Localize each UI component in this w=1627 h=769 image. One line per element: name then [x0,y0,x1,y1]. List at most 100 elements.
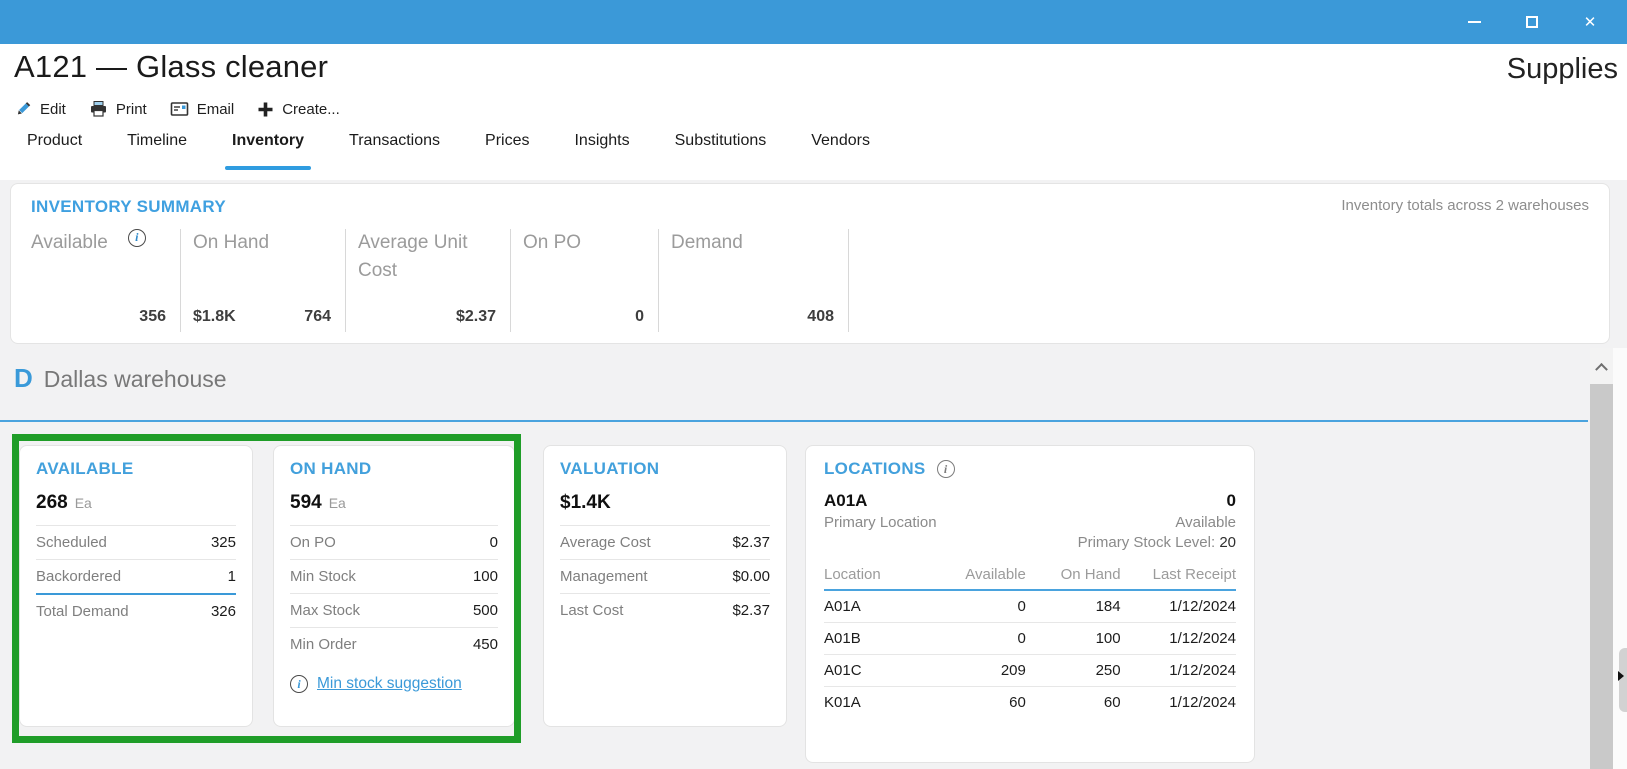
on-hand-unit: Ea [329,495,346,511]
scroll-up-button[interactable] [1590,348,1613,384]
printer-icon [89,100,108,118]
content-area: INVENTORY SUMMARY Inventory totals acros… [0,180,1627,769]
product-title: A121 — Glass cleaner [14,49,328,85]
tab-prices[interactable]: Prices [485,132,529,154]
locations-card: LOCATIONS i A01A 0 Primary Location Avai… [805,445,1255,763]
management-value: $0.00 [732,568,770,585]
scrollbar-thumb[interactable] [1590,384,1613,769]
email-button[interactable]: Email [170,101,235,118]
arrow-right-icon [1618,671,1624,681]
tab-substitutions[interactable]: Substitutions [675,132,767,154]
tab-insights[interactable]: Insights [574,132,629,154]
col-location: Location [824,566,935,590]
primary-available-label: Available [1175,514,1236,531]
cell-on-hand: 100 [1026,623,1121,655]
min-order-label: Min Order [290,636,357,653]
edit-label: Edit [40,101,66,118]
primary-location-code: A01A [824,491,867,511]
print-label: Print [116,101,147,118]
info-icon[interactable]: i [128,229,146,247]
tab-bar: Product Timeline Inventory Transactions … [27,132,1607,154]
primary-stock-level-label: Primary Stock Level: [1078,534,1216,551]
max-stock-row: Max Stock 500 [290,593,498,627]
backordered-label: Backordered [36,568,121,585]
metric-avg-cost-label: Average Unit Cost [358,229,496,284]
create-label: Create... [282,101,340,118]
inventory-summary-card: INVENTORY SUMMARY Inventory totals acros… [10,183,1610,344]
cell-location: K01A [824,687,935,719]
metric-on-hand-value: 764 [304,308,331,326]
plus-icon [257,101,274,118]
primary-location-label: Primary Location [824,514,937,531]
close-button[interactable]: ✕ [1561,0,1619,44]
col-available: Available [935,566,1026,590]
side-panel-handle[interactable] [1619,648,1627,712]
on-po-label: On PO [290,534,336,551]
total-demand-row: Total Demand 326 [36,593,236,628]
tab-vendors[interactable]: Vendors [811,132,870,154]
email-label: Email [197,101,235,118]
create-button[interactable]: Create... [257,101,340,118]
cell-last-receipt: 1/12/2024 [1121,687,1236,719]
minimize-button[interactable] [1445,0,1503,44]
scheduled-row: Scheduled 325 [36,525,236,559]
table-row[interactable]: A01B 0 100 1/12/2024 [824,623,1236,655]
info-icon[interactable]: i [937,460,955,478]
info-icon[interactable]: i [290,675,308,693]
metric-available-value: 356 [139,308,166,326]
cell-available: 209 [935,655,1026,687]
warehouse-name: Dallas warehouse [44,366,227,393]
edit-button[interactable]: Edit [14,100,66,118]
email-icon [170,101,189,117]
locations-card-title: LOCATIONS [824,459,926,479]
management-row: Management $0.00 [560,559,770,593]
pencil-icon [14,100,32,118]
backordered-value: 1 [228,568,236,585]
locations-table: Location Available On Hand Last Receipt … [824,566,1236,718]
primary-stock-level-value: 20 [1219,534,1236,551]
min-order-value: 450 [473,636,498,653]
table-row[interactable]: A01A 0 184 1/12/2024 [824,590,1236,623]
chevron-up-icon [1595,362,1608,375]
metric-on-hand-label: On Hand [193,229,269,257]
tab-inventory[interactable]: Inventory [232,132,304,154]
cell-last-receipt: 1/12/2024 [1121,590,1236,623]
product-category: Supplies [1507,53,1618,86]
table-row[interactable]: A01C 209 250 1/12/2024 [824,655,1236,687]
cell-on-hand: 60 [1026,687,1121,719]
tab-product[interactable]: Product [27,132,82,154]
max-stock-label: Max Stock [290,602,360,619]
scheduled-value: 325 [211,534,236,551]
metric-demand: Demand 408 [659,229,849,332]
min-stock-row: Min Stock 100 [290,559,498,593]
tab-timeline[interactable]: Timeline [127,132,187,154]
toolbar: Edit Print Email Create... [14,97,340,121]
page-header: A121 — Glass cleaner Supplies Edit Print… [0,44,1627,180]
valuation-card-title: VALUATION [560,459,770,479]
management-label: Management [560,568,648,585]
metric-on-po-value: 0 [635,308,644,326]
tab-transactions[interactable]: Transactions [349,132,440,154]
metric-demand-label: Demand [671,229,743,257]
backordered-row: Backordered 1 [36,559,236,593]
available-unit: Ea [75,495,92,511]
cell-available: 0 [935,590,1026,623]
vertical-scrollbar[interactable] [1590,348,1613,769]
maximize-button[interactable] [1503,0,1561,44]
inventory-summary-title: INVENTORY SUMMARY [31,197,226,217]
warehouse-badge: D [14,363,33,394]
cell-available: 0 [935,623,1026,655]
min-stock-suggestion-link[interactable]: Min stock suggestion [317,675,462,693]
on-po-value: 0 [490,534,498,551]
table-row[interactable]: K01A 60 60 1/12/2024 [824,687,1236,719]
scheduled-label: Scheduled [36,534,107,551]
last-cost-row: Last Cost $2.37 [560,593,770,627]
print-button[interactable]: Print [89,100,147,118]
last-cost-value: $2.37 [732,602,770,619]
cell-location: A01C [824,655,935,687]
metric-available-label: Available [31,229,108,257]
valuation-card: VALUATION $1.4K Average Cost $2.37 Manag… [543,445,787,727]
total-demand-label: Total Demand [36,603,129,620]
metric-on-po-label: On PO [523,229,581,257]
total-demand-value: 326 [211,603,236,620]
